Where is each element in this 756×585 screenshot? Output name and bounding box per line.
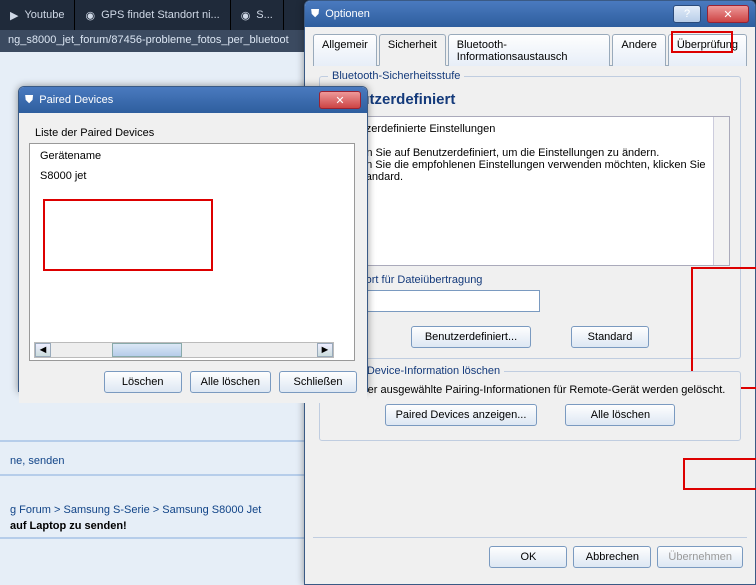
default-button[interactable]: Standard — [571, 326, 649, 348]
tab-strip: Allgemeir Sicherheit Bluetooth-Informati… — [313, 33, 747, 66]
tab-general[interactable]: Allgemeir — [313, 34, 377, 66]
breadcrumb-link[interactable]: Samsung S-Serie — [64, 504, 150, 516]
tab-bluetooth-info[interactable]: Bluetooth-Informationsaustausch — [448, 34, 611, 66]
breadcrumb-link[interactable]: Samsung S8000 Jet — [162, 504, 261, 516]
security-level: Benutzerdefiniert — [332, 91, 730, 108]
scroll-right-icon[interactable]: ► — [317, 343, 333, 357]
apply-button[interactable]: Übernehmen — [657, 546, 743, 568]
tab-security[interactable]: Sicherheit — [379, 34, 446, 66]
browser-tab[interactable]: ◉ GPS findet Standort ni... — [75, 0, 230, 30]
divider — [0, 537, 310, 539]
page-headline: auf Laptop zu senden! — [10, 520, 127, 532]
desc-line: - Wenn Sie die empfohlenen Einstellungen… — [337, 159, 723, 183]
app-icon: ⛊ — [311, 8, 319, 21]
window-title: Paired Devices — [39, 94, 113, 106]
youtube-icon: ▶ — [10, 9, 18, 22]
divider — [0, 474, 310, 476]
device-list[interactable]: Gerätename S8000 jet ◄ ► — [29, 143, 355, 361]
password-label: Kennwort für Dateiübertragung — [332, 274, 730, 286]
app-icon: ⛊ — [25, 94, 33, 107]
cancel-button[interactable]: Abbrechen — [573, 546, 651, 568]
globe-icon: ◉ — [241, 9, 251, 22]
globe-icon: ◉ — [85, 9, 95, 22]
group-legend: Bluetooth-Sicherheitsstufe — [328, 70, 464, 82]
desc-line: Klicken Sie auf Benutzerdefiniert, um di… — [337, 147, 723, 159]
delete-button[interactable]: Löschen — [104, 371, 182, 393]
ok-button[interactable]: OK — [489, 546, 567, 568]
scroll-thumb[interactable] — [112, 343, 182, 357]
delete-all-button[interactable]: Alle löschen — [190, 371, 271, 393]
close-dialog-button[interactable]: Schließen — [279, 371, 357, 393]
window-title: Optionen — [325, 8, 370, 20]
browser-tab-label: S... — [256, 9, 273, 21]
options-window: ⛊ Optionen ? ✕ Allgemeir Sicherheit Blue… — [304, 0, 756, 585]
dialog-buttons: OK Abbrechen Übernehmen — [313, 537, 747, 576]
tab-other[interactable]: Andere — [612, 34, 665, 66]
close-button[interactable]: ✕ — [707, 5, 749, 23]
browser-tab-label: GPS findet Standort ni... — [101, 9, 220, 21]
list-label: Liste der Paired Devices — [29, 123, 357, 143]
delete-all-button[interactable]: Alle löschen — [565, 404, 675, 426]
column-header: Gerätename — [30, 144, 354, 168]
help-button[interactable]: ? — [673, 5, 701, 23]
group-paired-delete: Paired Device-Information löschen Alle o… — [319, 371, 741, 441]
browser-tab[interactable]: ▶ Youtube — [0, 0, 75, 30]
group-security-level: Bluetooth-Sicherheitsstufe Benutzerdefin… — [319, 76, 741, 359]
scrollbar[interactable] — [713, 117, 729, 265]
titlebar[interactable]: ⛊ Optionen ? ✕ — [305, 1, 755, 27]
scrollbar-horizontal[interactable]: ◄ ► — [34, 342, 334, 358]
breadcrumb: g Forum > Samsung S-Serie > Samsung S800… — [10, 504, 261, 516]
paired-text: Alle oder ausgewählte Pairing-Informatio… — [334, 384, 726, 396]
custom-button[interactable]: Benutzerdefiniert... — [411, 326, 531, 348]
paired-devices-window: ⛊ Paired Devices ✕ Liste der Paired Devi… — [18, 86, 368, 392]
browser-tab-label: Youtube — [24, 9, 64, 21]
browser-tab[interactable]: ◉ S... — [231, 0, 284, 30]
breadcrumb-link[interactable]: g Forum — [10, 504, 51, 516]
description-box: Benutzerdefinierte Einstellungen Klicken… — [330, 116, 730, 266]
bg-tags: ne, senden — [10, 455, 64, 467]
show-paired-button[interactable]: Paired Devices anzeigen... — [385, 404, 538, 426]
close-button[interactable]: ✕ — [319, 91, 361, 109]
divider — [0, 440, 310, 442]
list-item[interactable]: S8000 jet — [30, 168, 354, 184]
tab-check[interactable]: Überprüfung — [668, 34, 747, 66]
highlight-box — [683, 458, 756, 490]
desc-line: Benutzerdefinierte Einstellungen — [337, 123, 723, 135]
scroll-left-icon[interactable]: ◄ — [35, 343, 51, 357]
titlebar[interactable]: ⛊ Paired Devices ✕ — [19, 87, 367, 113]
